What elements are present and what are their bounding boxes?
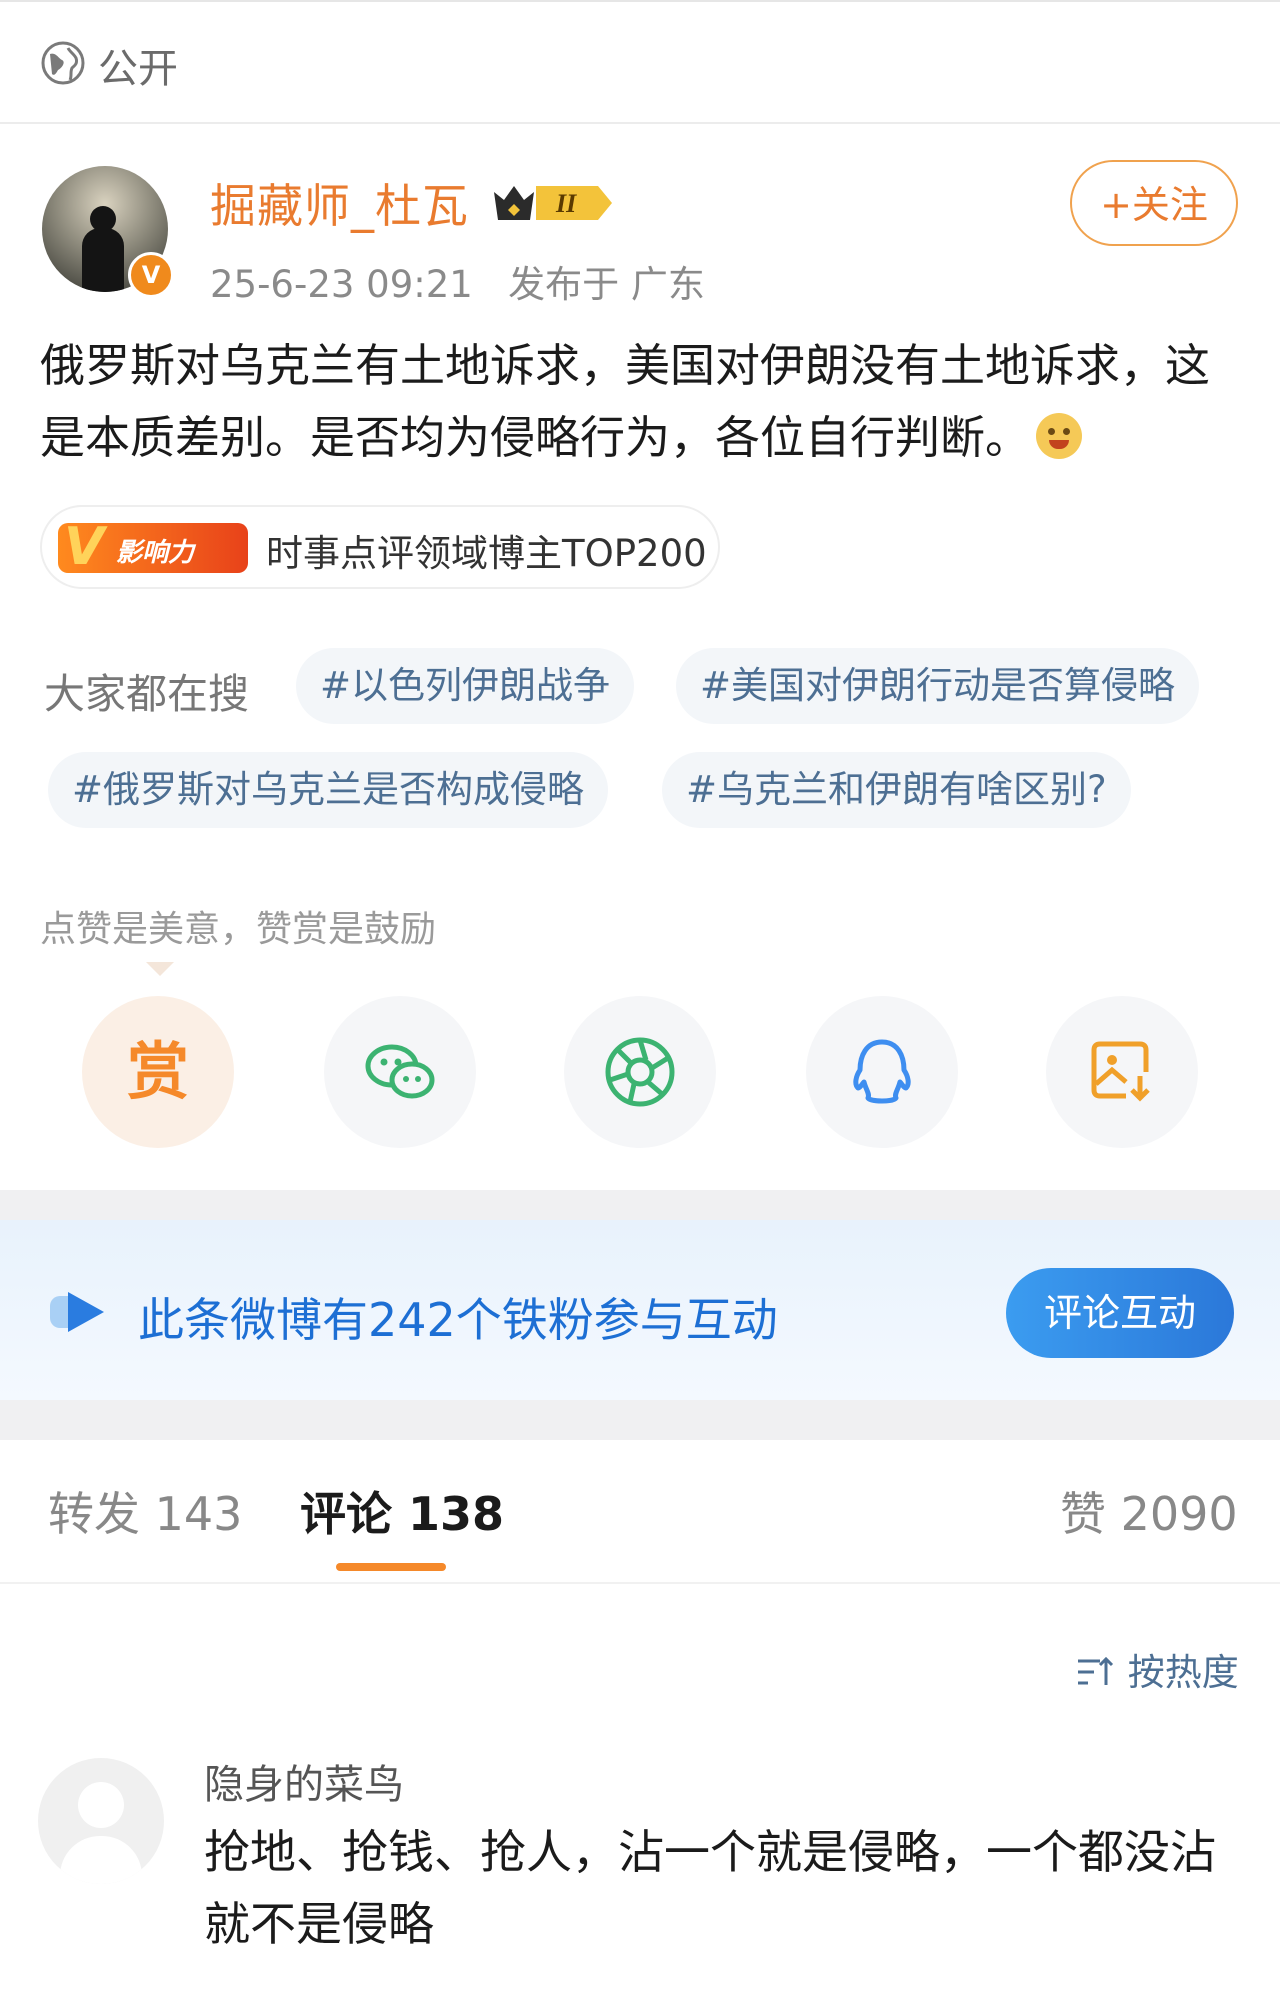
section-divider xyxy=(0,1400,1280,1440)
member-crown-icon: II xyxy=(494,186,612,220)
fans-play-icon xyxy=(50,1292,104,1332)
tab-repost[interactable]: 转发 143 xyxy=(48,1478,242,1544)
hashtag-chip[interactable]: #乌克兰和伊朗有啥区别? xyxy=(662,752,1131,828)
tab-divider xyxy=(0,1582,1280,1584)
author-name[interactable]: 掘藏师_杜瓦 xyxy=(210,170,469,236)
sort-icon xyxy=(1078,1656,1114,1685)
tab-indicator xyxy=(336,1563,446,1571)
influence-label: 时事点评领域博主TOP200 xyxy=(266,532,707,575)
globe-icon xyxy=(41,41,85,85)
tab-comment[interactable]: 评论 138 xyxy=(300,1478,504,1544)
verified-badge: V xyxy=(128,252,174,298)
post-body: 俄罗斯对乌克兰有土地诉求，美国对伊朗没有土地诉求，这是本质差别。是否均为侵略行为… xyxy=(40,339,1211,464)
sort-label: 按热度 xyxy=(1127,1651,1239,1694)
influence-badge-text: 影响力 xyxy=(116,538,195,568)
trending-label: 大家都在搜 xyxy=(44,670,249,718)
comment-interact-button[interactable]: 评论互动 xyxy=(1006,1268,1234,1358)
fans-banner[interactable]: 此条微博有242个铁粉参与互动 评论互动 xyxy=(0,1220,1280,1400)
post-location: 发布于 广东 xyxy=(508,263,705,306)
smile-emoji-icon xyxy=(1036,413,1083,459)
sort-button[interactable]: 按热度 xyxy=(1076,1642,1239,1696)
post-meta: 25-6-23 09:21 发布于 广东 xyxy=(210,254,705,308)
qq-icon xyxy=(853,1039,911,1104)
reward-note: 点赞是美意，赞赏是鼓励 xyxy=(40,909,437,950)
share-wechat-button[interactable] xyxy=(324,996,476,1148)
comment-text: 抢地、抢钱、抢人，沾一个就是侵略，一个都没沾就不是侵略 xyxy=(204,1825,1216,1951)
reward-button[interactable]: 赏 xyxy=(82,996,234,1148)
fans-text: 此条微博有242个铁粉参与互动 xyxy=(138,1293,778,1347)
save-image-button[interactable] xyxy=(1046,996,1198,1148)
reward-icon: 赏 xyxy=(126,1035,189,1108)
post-text: 俄罗斯对乌克兰有土地诉求，美国对伊朗没有土地诉求，这是本质差别。是否均为侵略行为… xyxy=(40,330,1250,474)
reward-note-pointer xyxy=(146,962,174,976)
hashtag-chip[interactable]: #俄罗斯对乌克兰是否构成侵略 xyxy=(48,752,609,828)
post-time: 25-6-23 09:21 xyxy=(210,263,473,306)
follow-button[interactable]: +关注 xyxy=(1070,160,1238,246)
moments-icon xyxy=(605,1037,675,1107)
influence-badge-v: V xyxy=(64,517,105,577)
privacy-bar[interactable]: 公开 xyxy=(0,0,1280,124)
influence-badge: V 影响力 xyxy=(58,517,248,577)
save-image-icon xyxy=(1091,1041,1150,1102)
wechat-icon xyxy=(365,1044,435,1099)
share-moments-button[interactable] xyxy=(564,996,716,1148)
section-divider xyxy=(0,1190,1280,1220)
privacy-label: 公开 xyxy=(98,46,178,92)
influence-tag[interactable]: V 影响力 时事点评领域博主TOP200 xyxy=(40,505,720,589)
commenter-avatar[interactable] xyxy=(38,1758,164,1884)
share-qq-button[interactable] xyxy=(806,996,958,1148)
commenter-name[interactable]: 隐身的菜鸟 xyxy=(204,1752,404,1810)
hashtag-chip[interactable]: #以色列伊朗战争 xyxy=(296,648,635,724)
level-badge-text: II xyxy=(555,189,577,218)
tab-like[interactable]: 赞 2090 xyxy=(1060,1478,1238,1544)
hashtag-chip[interactable]: #美国对伊朗行动是否算侵略 xyxy=(676,648,1200,724)
